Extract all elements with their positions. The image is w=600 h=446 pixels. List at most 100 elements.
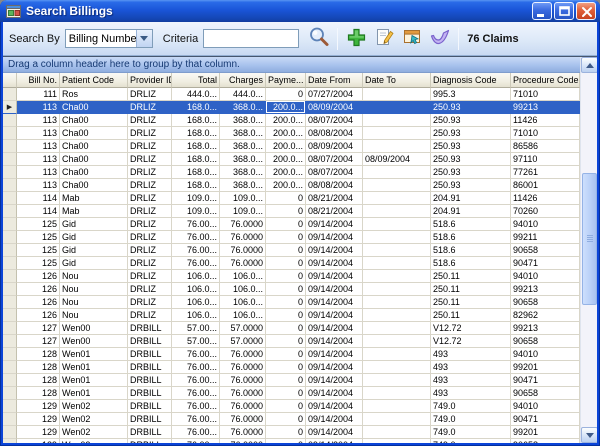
table-row[interactable]: 129Wen02DRBILL76.00...76.0000009/14/2004… <box>3 426 580 439</box>
table-row[interactable]: 128Wen01DRBILL76.00...76.0000009/14/2004… <box>3 361 580 374</box>
cell-date_to[interactable] <box>363 127 431 140</box>
cell-patient_code[interactable]: Gid <box>60 244 128 257</box>
row-indicator[interactable] <box>3 400 17 413</box>
cell-date_to[interactable] <box>363 88 431 101</box>
table-row[interactable]: 126NouDRLIZ106.0...106.0...009/14/200425… <box>3 270 580 283</box>
column-header-diagnosis_code[interactable]: Diagnosis Code <box>431 73 511 88</box>
cell-payments[interactable]: 0 <box>266 218 306 231</box>
cell-total[interactable]: 57.00... <box>172 322 220 335</box>
cell-provider_id[interactable]: DRLIZ <box>128 140 172 153</box>
column-header-patient_code[interactable]: Patient Code <box>60 73 128 88</box>
cell-provider_id[interactable]: DRLIZ <box>128 114 172 127</box>
cell-bill_no[interactable]: 113 <box>17 140 60 153</box>
cell-payments[interactable]: 0 <box>266 270 306 283</box>
row-indicator[interactable] <box>3 205 17 218</box>
cell-patient_code[interactable]: Wen02 <box>60 400 128 413</box>
cell-procedure_code[interactable]: 11426 <box>511 114 580 127</box>
cell-payments[interactable]: 0 <box>266 348 306 361</box>
cell-date_to[interactable]: 08/09/2004 <box>363 153 431 166</box>
cell-procedure_code[interactable]: 90471 <box>511 413 580 426</box>
column-header-charges[interactable]: Charges <box>220 73 266 88</box>
cell-payments[interactable]: 0 <box>266 387 306 400</box>
cell-diagnosis_code[interactable]: 250.93 <box>431 114 511 127</box>
cell-diagnosis_code[interactable]: 518.6 <box>431 257 511 270</box>
cell-payments[interactable]: 200.0... <box>266 140 306 153</box>
cell-bill_no[interactable]: 113 <box>17 166 60 179</box>
cell-bill_no[interactable]: 129 <box>17 413 60 426</box>
cell-provider_id[interactable]: DRBILL <box>128 400 172 413</box>
cell-date_from[interactable]: 09/14/2004 <box>306 322 363 335</box>
table-row[interactable]: 125GidDRLIZ76.00...76.0000009/14/2004518… <box>3 244 580 257</box>
scrollbar-thumb[interactable] <box>582 173 597 305</box>
cell-patient_code[interactable]: Wen02 <box>60 439 128 443</box>
cell-date_to[interactable] <box>363 218 431 231</box>
cell-payments[interactable]: 0 <box>266 426 306 439</box>
cell-diagnosis_code[interactable]: 250.11 <box>431 270 511 283</box>
cell-charges[interactable]: 76.0000 <box>220 361 266 374</box>
cell-total[interactable]: 168.0... <box>172 179 220 192</box>
cell-bill_no[interactable]: 126 <box>17 283 60 296</box>
table-row[interactable]: 125GidDRLIZ76.00...76.0000009/14/2004518… <box>3 231 580 244</box>
cell-payments[interactable]: 0 <box>266 413 306 426</box>
maximize-button[interactable] <box>554 2 574 20</box>
cell-procedure_code[interactable]: 70260 <box>511 205 580 218</box>
cell-charges[interactable]: 76.0000 <box>220 439 266 443</box>
cell-total[interactable]: 106.0... <box>172 296 220 309</box>
cell-date_from[interactable]: 08/07/2004 <box>306 153 363 166</box>
cell-patient_code[interactable]: Wen01 <box>60 361 128 374</box>
cell-provider_id[interactable]: DRLIZ <box>128 231 172 244</box>
cell-payments[interactable]: 0 <box>266 283 306 296</box>
table-row[interactable]: 129Wen02DRBILL76.00...76.0000009/14/2004… <box>3 400 580 413</box>
row-indicator[interactable] <box>3 296 17 309</box>
row-indicator[interactable] <box>3 387 17 400</box>
row-indicator[interactable] <box>3 309 17 322</box>
cell-charges[interactable]: 76.0000 <box>220 218 266 231</box>
cell-charges[interactable]: 106.0... <box>220 296 266 309</box>
cell-bill_no[interactable]: 128 <box>17 374 60 387</box>
row-indicator[interactable] <box>3 322 17 335</box>
cell-bill_no[interactable]: 113 <box>17 114 60 127</box>
cell-total[interactable]: 76.00... <box>172 244 220 257</box>
row-indicator[interactable] <box>3 88 17 101</box>
cell-procedure_code[interactable]: 99201 <box>511 426 580 439</box>
row-indicator[interactable] <box>3 283 17 296</box>
cell-bill_no[interactable]: 128 <box>17 387 60 400</box>
cell-date_from[interactable]: 09/14/2004 <box>306 426 363 439</box>
cell-procedure_code[interactable]: 90658 <box>511 244 580 257</box>
cell-date_from[interactable]: 09/14/2004 <box>306 335 363 348</box>
cell-diagnosis_code[interactable]: 518.6 <box>431 244 511 257</box>
cell-procedure_code[interactable]: 86586 <box>511 140 580 153</box>
cell-provider_id[interactable]: DRBILL <box>128 387 172 400</box>
cell-date_from[interactable]: 09/14/2004 <box>306 231 363 244</box>
cell-procedure_code[interactable]: 94010 <box>511 270 580 283</box>
cell-payments[interactable]: 0 <box>266 205 306 218</box>
cell-total[interactable]: 168.0... <box>172 127 220 140</box>
cell-patient_code[interactable]: Cha00 <box>60 179 128 192</box>
cell-payments[interactable]: 200.0... <box>266 166 306 179</box>
cell-bill_no[interactable]: 128 <box>17 361 60 374</box>
cell-charges[interactable]: 76.0000 <box>220 413 266 426</box>
row-indicator[interactable] <box>3 361 17 374</box>
cell-date_to[interactable] <box>363 335 431 348</box>
cell-procedure_code[interactable]: 90658 <box>511 439 580 443</box>
cell-patient_code[interactable]: Cha00 <box>60 127 128 140</box>
table-row[interactable]: 113Cha00DRLIZ168.0...368.0...200.0...08/… <box>3 153 580 166</box>
cell-provider_id[interactable]: DRBILL <box>128 335 172 348</box>
table-row[interactable]: 125GidDRLIZ76.00...76.0000009/14/2004518… <box>3 218 580 231</box>
cell-charges[interactable]: 368.0... <box>220 179 266 192</box>
cell-payments[interactable]: 0 <box>266 296 306 309</box>
scroll-up-button[interactable] <box>581 57 597 73</box>
column-header-bill_no[interactable]: Bill No. <box>17 73 60 88</box>
cell-diagnosis_code[interactable]: 749.0 <box>431 400 511 413</box>
table-row[interactable]: 127Wen00DRBILL57.00...57.0000009/14/2004… <box>3 335 580 348</box>
cell-payments[interactable]: 0 <box>266 439 306 443</box>
cell-patient_code[interactable]: Cha00 <box>60 114 128 127</box>
cell-provider_id[interactable]: DRBILL <box>128 361 172 374</box>
table-row[interactable]: 128Wen01DRBILL76.00...76.0000009/14/2004… <box>3 348 580 361</box>
cell-payments[interactable]: 0 <box>266 361 306 374</box>
cell-payments[interactable]: 0 <box>266 322 306 335</box>
row-indicator[interactable] <box>3 439 17 443</box>
cell-procedure_code[interactable]: 11426 <box>511 192 580 205</box>
cell-patient_code[interactable]: Cha00 <box>60 153 128 166</box>
cell-diagnosis_code[interactable]: 493 <box>431 361 511 374</box>
